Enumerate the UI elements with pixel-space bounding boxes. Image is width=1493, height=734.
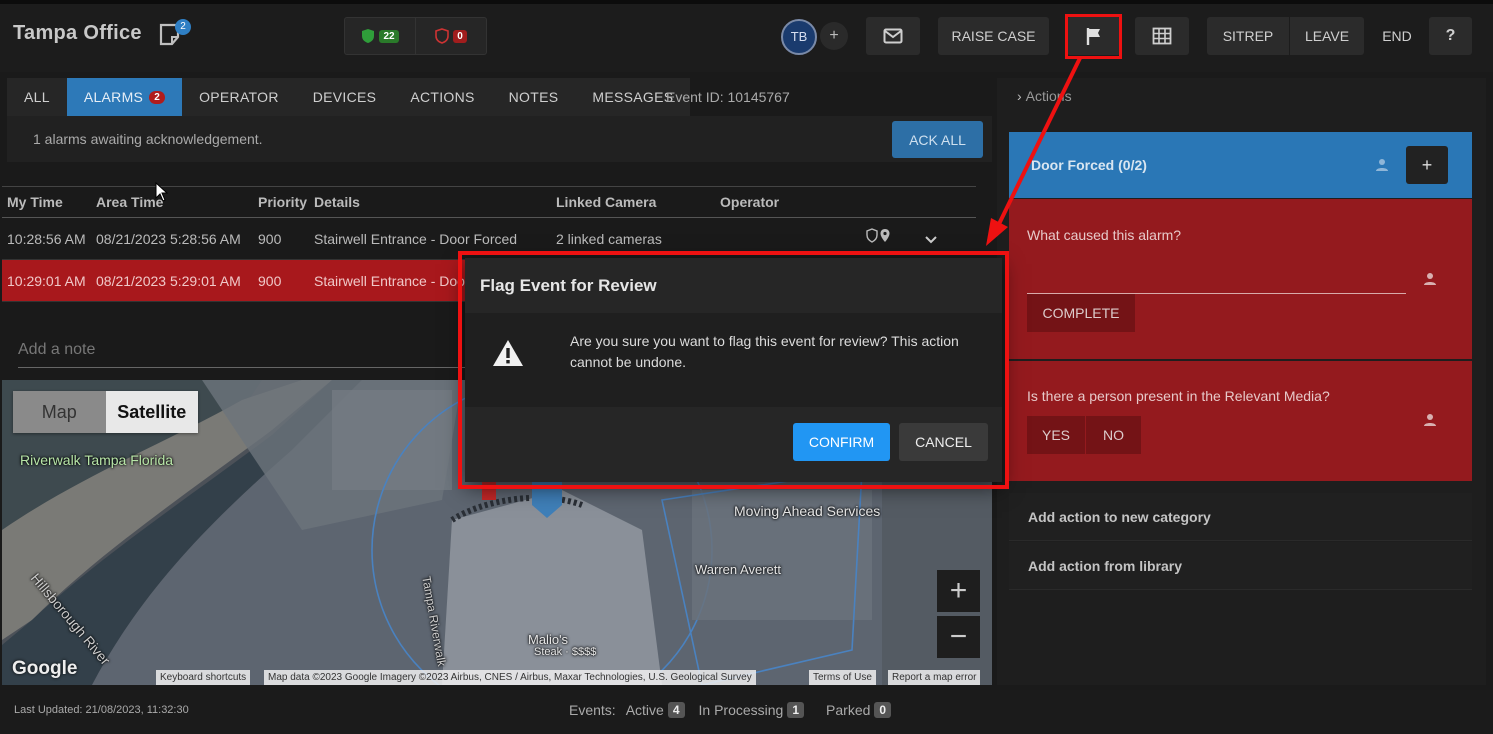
col-operator[interactable]: Operator <box>720 187 820 217</box>
flag-button-highlight <box>1065 14 1122 59</box>
shield-location-icon[interactable] <box>866 228 892 244</box>
sitrep-button[interactable]: SITREP <box>1207 17 1289 55</box>
tab-alarms-label: ALARMS <box>83 89 144 105</box>
events-label: Events: <box>569 702 616 718</box>
event-id: Event ID: 10145767 <box>666 89 790 105</box>
row-area-time: 08/21/2023 5:29:01 AM <box>96 272 241 289</box>
add-action-button[interactable]: + <box>1406 146 1448 184</box>
tab-actions[interactable]: ACTIONS <box>393 78 491 116</box>
alarms-count-badge: 2 <box>149 90 166 104</box>
map-type-satellite[interactable]: Satellite <box>105 391 198 433</box>
shield-outline-icon <box>435 28 450 44</box>
col-area-time[interactable]: Area Time <box>96 187 256 217</box>
zoom-out-button[interactable]: − <box>937 616 980 658</box>
parked-label: Parked <box>826 702 871 718</box>
processing-count: 1 <box>787 702 805 718</box>
grid-button[interactable] <box>1135 17 1189 55</box>
shield-red-group[interactable]: 0 <box>415 18 486 54</box>
shield-green-count: 22 <box>379 29 399 43</box>
no-button[interactable]: NO <box>1086 416 1141 454</box>
terms-of-use-link[interactable]: Terms of Use <box>809 670 876 685</box>
leave-button[interactable]: LEAVE <box>1290 17 1364 55</box>
messages-button[interactable] <box>866 17 920 55</box>
map-label-riverwalk[interactable]: Riverwalk Tampa Florida <box>20 452 173 468</box>
action-card-cause <box>1009 199 1472 359</box>
category-title: Door Forced (0/2) <box>1031 157 1147 173</box>
report-map-error-link[interactable]: Report a map error <box>888 670 981 685</box>
add-user-button[interactable]: + <box>820 22 848 50</box>
note-input[interactable]: Add a note <box>18 332 478 368</box>
end-button[interactable]: END <box>1368 17 1426 55</box>
shield-status-pill[interactable]: 22 0 <box>344 17 487 55</box>
mouse-cursor-icon <box>155 182 169 202</box>
raise-case-button[interactable]: RAISE CASE <box>938 17 1049 55</box>
last-updated: Last Updated: 21/08/2023, 11:32:30 <box>14 704 189 716</box>
ack-all-button[interactable]: ACK ALL <box>892 121 983 158</box>
map-type-map[interactable]: Map <box>13 391 106 433</box>
google-logo: Google <box>12 658 78 679</box>
col-details[interactable]: Details <box>314 187 554 217</box>
chevron-down-icon[interactable] <box>924 235 938 245</box>
help-button[interactable]: ? <box>1429 17 1472 55</box>
shield-check-icon <box>362 29 375 43</box>
tab-devices[interactable]: DEVICES <box>296 78 394 116</box>
tab-all-label: ALL <box>24 89 50 105</box>
grid-icon <box>1152 27 1172 45</box>
event-tabs: ALL ALARMS 2 OPERATOR DEVICES ACTIONS NOT… <box>7 78 691 116</box>
zoom-in-button[interactable]: + <box>937 570 980 612</box>
ack-message: 1 alarms awaiting acknowledgement. <box>33 131 263 147</box>
add-action-new-category[interactable]: Add action to new category <box>1009 493 1472 541</box>
shield-green-group[interactable]: 22 <box>345 18 415 54</box>
map-label-malios[interactable]: Malio's <box>528 632 568 647</box>
notes-count-badge: 2 <box>175 19 191 35</box>
events-summary: Events: Active 4 In Processing 1 Parked … <box>569 702 892 718</box>
shield-red-count: 0 <box>453 29 467 43</box>
row-my-time: 10:28:56 AM <box>7 230 86 247</box>
dialog-highlight <box>458 251 1009 489</box>
envelope-icon <box>883 28 903 44</box>
col-priority[interactable]: Priority <box>258 187 312 217</box>
map-label-malios-sub: Steak · $$$$ <box>534 646 597 658</box>
action-question-person: Is there a person present in the Relevan… <box>1027 388 1330 404</box>
col-my-time[interactable]: My Time <box>7 187 95 217</box>
user-avatar[interactable]: TB <box>781 19 817 55</box>
actions-header[interactable]: › Actions <box>1017 88 1072 104</box>
map-type-toggle[interactable]: Map Satellite <box>13 391 198 433</box>
row-my-time: 10:29:01 AM <box>7 272 86 289</box>
processing-label: In Processing <box>698 702 784 718</box>
chevron-right-icon: › <box>1017 88 1022 104</box>
active-count: 4 <box>667 702 685 718</box>
parked-count: 0 <box>874 702 892 718</box>
tab-operator-label: OPERATOR <box>199 89 279 105</box>
tab-operator[interactable]: OPERATOR <box>182 78 296 116</box>
tab-devices-label: DEVICES <box>312 89 377 105</box>
row-priority: 900 <box>258 230 282 247</box>
map-label-warren-averett[interactable]: Warren Averett <box>695 562 781 577</box>
person-icon[interactable] <box>1423 413 1437 427</box>
actions-header-label: Actions <box>1025 88 1072 104</box>
keyboard-shortcuts-link[interactable]: Keyboard shortcuts <box>156 670 251 685</box>
person-icon[interactable] <box>1375 158 1389 172</box>
active-label: Active <box>625 702 664 718</box>
action-question-cause: What caused this alarm? <box>1027 227 1182 243</box>
col-linked-camera[interactable]: Linked Camera <box>556 187 716 217</box>
row-area-time: 08/21/2023 5:28:56 AM <box>96 230 241 247</box>
tab-messages-label: MESSAGES <box>592 89 674 105</box>
complete-button[interactable]: COMPLETE <box>1027 294 1135 332</box>
person-icon[interactable] <box>1423 272 1437 286</box>
office-title: Tampa Office <box>13 22 142 44</box>
yes-button[interactable]: YES <box>1027 416 1085 454</box>
tab-notes-label: NOTES <box>508 89 559 105</box>
map-data-attribution: Map data ©2023 Google Imagery ©2023 Airb… <box>264 670 756 685</box>
map-label-moving-ahead[interactable]: Moving Ahead Services <box>734 503 880 519</box>
tab-notes[interactable]: NOTES <box>492 78 576 116</box>
tab-actions-label: ACTIONS <box>410 89 475 105</box>
table-header: My Time Area Time Priority Details Linke… <box>2 186 976 218</box>
row-priority: 900 <box>258 272 282 289</box>
tab-all[interactable]: ALL <box>7 78 67 116</box>
tab-alarms[interactable]: ALARMS 2 <box>66 78 183 116</box>
add-action-from-library[interactable]: Add action from library <box>1009 542 1472 590</box>
